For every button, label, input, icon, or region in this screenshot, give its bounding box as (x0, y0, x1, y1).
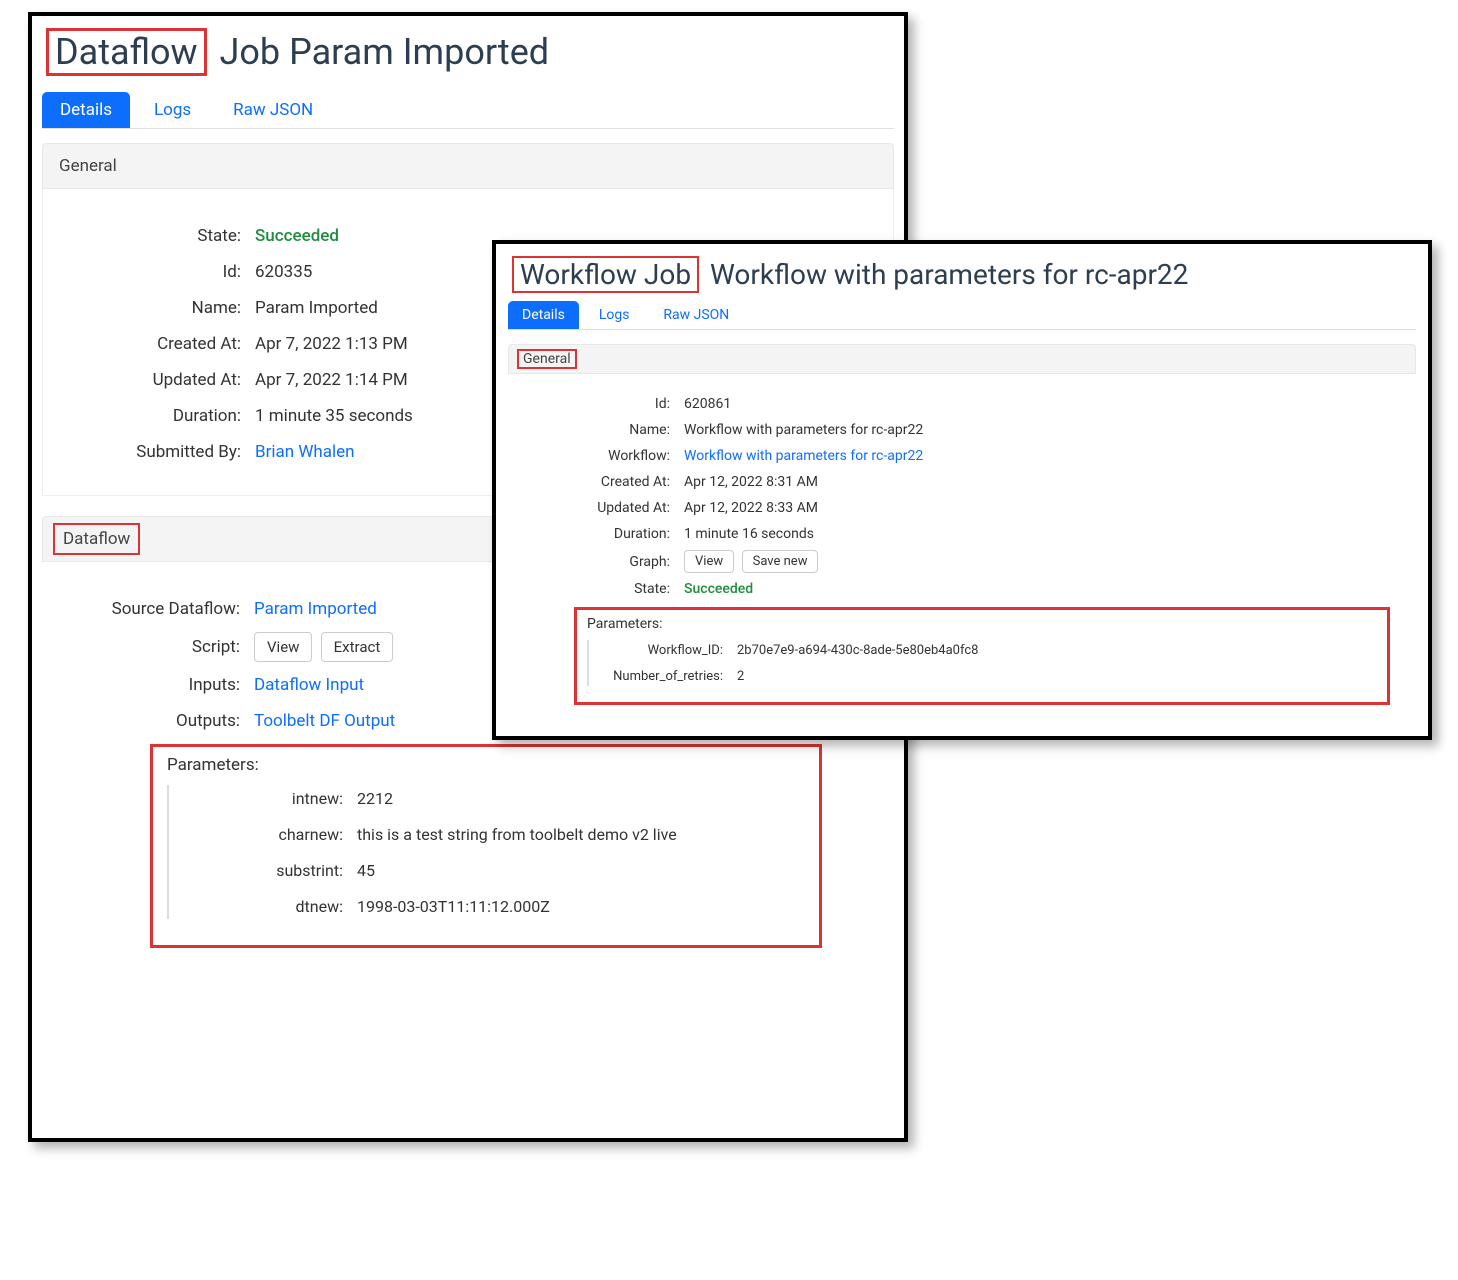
tab-raw-json[interactable]: Raw JSON (215, 92, 331, 128)
title-highlight: Workflow Job (512, 256, 699, 293)
name-value: Param Imported (255, 298, 378, 318)
param-intnew-value: 2212 (357, 789, 393, 808)
updated-value: Apr 7, 2022 1:14 PM (255, 370, 408, 390)
param-charnew-value: this is a test string from toolbelt demo… (357, 825, 677, 844)
parameters-list: Workflow_ID: 2b70e7e9-a694-430c-8ade-5e8… (587, 640, 1377, 686)
param-retries-label: Number_of_retries: (597, 669, 737, 684)
name-label: Name: (55, 298, 255, 318)
workflow-value[interactable]: Workflow with parameters for rc-apr22 (684, 448, 923, 464)
view-script-button[interactable]: View (254, 632, 312, 662)
script-label: Script: (54, 637, 254, 657)
view-graph-button[interactable]: View (684, 550, 734, 573)
duration-label: Duration: (514, 526, 684, 542)
state-label: State: (55, 226, 255, 246)
created-value: Apr 7, 2022 1:13 PM (255, 334, 408, 354)
inputs-label: Inputs: (54, 675, 254, 695)
tab-details[interactable]: Details (42, 92, 130, 128)
source-dataflow-label: Source Dataflow: (54, 599, 254, 619)
outputs-label: Outputs: (54, 711, 254, 731)
tab-logs[interactable]: Logs (136, 92, 209, 128)
workflow-label: Workflow: (514, 448, 684, 464)
graph-buttons: View Save new (684, 550, 822, 573)
param-dtnew-value: 1998-03-03T11:11:12.000Z (357, 897, 550, 916)
submitted-by-value[interactable]: Brian Whalen (255, 442, 355, 462)
updated-label: Updated At: (514, 500, 684, 516)
name-value: Workflow with parameters for rc-apr22 (684, 422, 923, 438)
parameters-list: intnew: 2212 charnew: this is a test str… (167, 785, 805, 919)
parameters-highlight-box: Parameters: Workflow_ID: 2b70e7e9-a694-4… (574, 607, 1390, 705)
tabs: Details Logs Raw JSON (42, 92, 894, 129)
id-label: Id: (514, 396, 684, 412)
created-value: Apr 12, 2022 8:31 AM (684, 474, 818, 490)
param-intnew-label: intnew: (177, 789, 357, 808)
dataflow-header-highlight: Dataflow (53, 523, 140, 555)
page-title: Dataflow Job Param Imported (46, 28, 894, 76)
updated-label: Updated At: (55, 370, 255, 390)
tabs: Details Logs Raw JSON (508, 301, 1416, 330)
extract-script-button[interactable]: Extract (321, 632, 394, 662)
param-workflow-id-label: Workflow_ID: (597, 643, 737, 658)
general-section-header: General (42, 143, 894, 189)
graph-label: Graph: (514, 554, 684, 570)
script-buttons: View Extract (254, 632, 397, 662)
id-value: 620335 (255, 262, 312, 282)
duration-value: 1 minute 16 seconds (684, 526, 814, 542)
name-label: Name: (514, 422, 684, 438)
created-label: Created At: (514, 474, 684, 490)
parameters-highlight-box: Parameters: intnew: 2212 charnew: this i… (150, 744, 822, 948)
parameters-label: Parameters: (587, 616, 1377, 632)
created-label: Created At: (55, 334, 255, 354)
tab-raw-json[interactable]: Raw JSON (649, 301, 743, 329)
state-value: Succeeded (255, 226, 339, 246)
param-retries-value: 2 (737, 669, 744, 684)
duration-value: 1 minute 35 seconds (255, 406, 413, 426)
page-title: Workflow Job Workflow with parameters fo… (512, 256, 1416, 293)
updated-value: Apr 12, 2022 8:33 AM (684, 500, 818, 516)
tab-logs[interactable]: Logs (585, 301, 644, 329)
title-rest: Job Param Imported (211, 31, 550, 73)
param-substrint-value: 45 (357, 861, 375, 880)
submitted-by-label: Submitted By: (55, 442, 255, 462)
duration-label: Duration: (55, 406, 255, 426)
state-value: Succeeded (684, 581, 753, 597)
id-label: Id: (55, 262, 255, 282)
general-section: Id: 620861 Name: Workflow with parameter… (508, 374, 1416, 715)
param-charnew-label: charnew: (177, 825, 357, 844)
outputs-value[interactable]: Toolbelt DF Output (254, 711, 395, 731)
save-new-graph-button[interactable]: Save new (742, 550, 819, 573)
state-label: State: (514, 581, 684, 597)
param-substrint-label: substrint: (177, 861, 357, 880)
inputs-value[interactable]: Dataflow Input (254, 675, 364, 695)
source-dataflow-value[interactable]: Param Imported (254, 599, 377, 619)
tab-details[interactable]: Details (508, 301, 579, 329)
title-highlight: Dataflow (46, 28, 207, 76)
workflow-job-panel: Workflow Job Workflow with parameters fo… (492, 240, 1432, 740)
general-header-highlight: General (517, 349, 577, 369)
param-workflow-id-value: 2b70e7e9-a694-430c-8ade-5e80eb4a0fc8 (737, 643, 978, 658)
id-value: 620861 (684, 396, 731, 412)
param-dtnew-label: dtnew: (177, 897, 357, 916)
general-section-header: General (508, 344, 1416, 374)
title-rest: Workflow with parameters for rc-apr22 (703, 258, 1188, 291)
parameters-label: Parameters: (167, 755, 805, 775)
